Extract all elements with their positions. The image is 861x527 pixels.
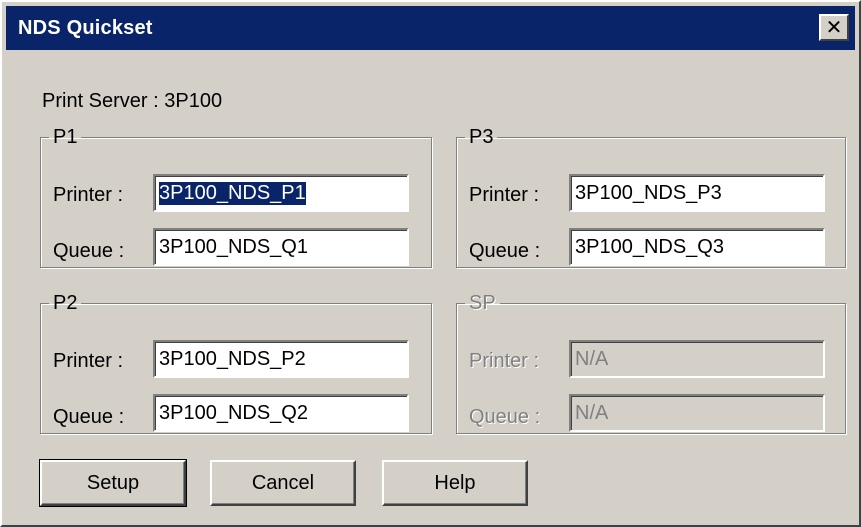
window-title: NDS Quickset [18, 17, 153, 39]
p2-queue-input[interactable] [153, 394, 409, 432]
group-p2-legend: P2 [53, 292, 78, 314]
setup-button[interactable]: Setup [39, 459, 187, 507]
title-bar[interactable]: NDS Quickset ✕ [6, 6, 855, 50]
close-button[interactable]: ✕ [819, 14, 849, 41]
close-icon: ✕ [825, 16, 843, 39]
p3-printer-label: Printer : [469, 184, 540, 206]
sp-printer-input [569, 340, 825, 378]
sp-printer-label: Printer : [469, 350, 540, 372]
p2-printer-input[interactable] [153, 340, 409, 378]
p3-queue-label: Queue : [469, 240, 541, 262]
cancel-button[interactable]: Cancel [210, 460, 356, 506]
p1-queue-label: Queue : [53, 240, 125, 262]
p2-printer-label: Printer : [53, 350, 124, 372]
help-button[interactable]: Help [382, 460, 528, 506]
p2-queue-label: Queue : [53, 406, 125, 428]
group-sp-legend: SP [469, 292, 496, 314]
group-p3: P3 Printer : Queue : [456, 126, 846, 268]
p1-printer-input[interactable] [153, 174, 409, 212]
print-server-label: Print Server : 3P100 [42, 90, 223, 112]
group-p2: P2 Printer : Queue : [40, 292, 432, 434]
sp-queue-label: Queue : [469, 406, 541, 428]
p1-queue-input[interactable] [153, 228, 409, 266]
p3-printer-input[interactable] [569, 174, 825, 212]
group-p1: P1 Printer : Queue : [40, 126, 432, 268]
sp-queue-input [569, 394, 825, 432]
group-sp: SP Printer : Queue : [456, 292, 846, 434]
group-p3-legend: P3 [469, 126, 494, 148]
nds-quickset-dialog: NDS Quickset ✕ Print Server : 3P100 P1 P… [0, 0, 861, 527]
p1-printer-label: Printer : [53, 184, 124, 206]
group-p1-legend: P1 [53, 126, 78, 148]
p3-queue-input[interactable] [569, 228, 825, 266]
